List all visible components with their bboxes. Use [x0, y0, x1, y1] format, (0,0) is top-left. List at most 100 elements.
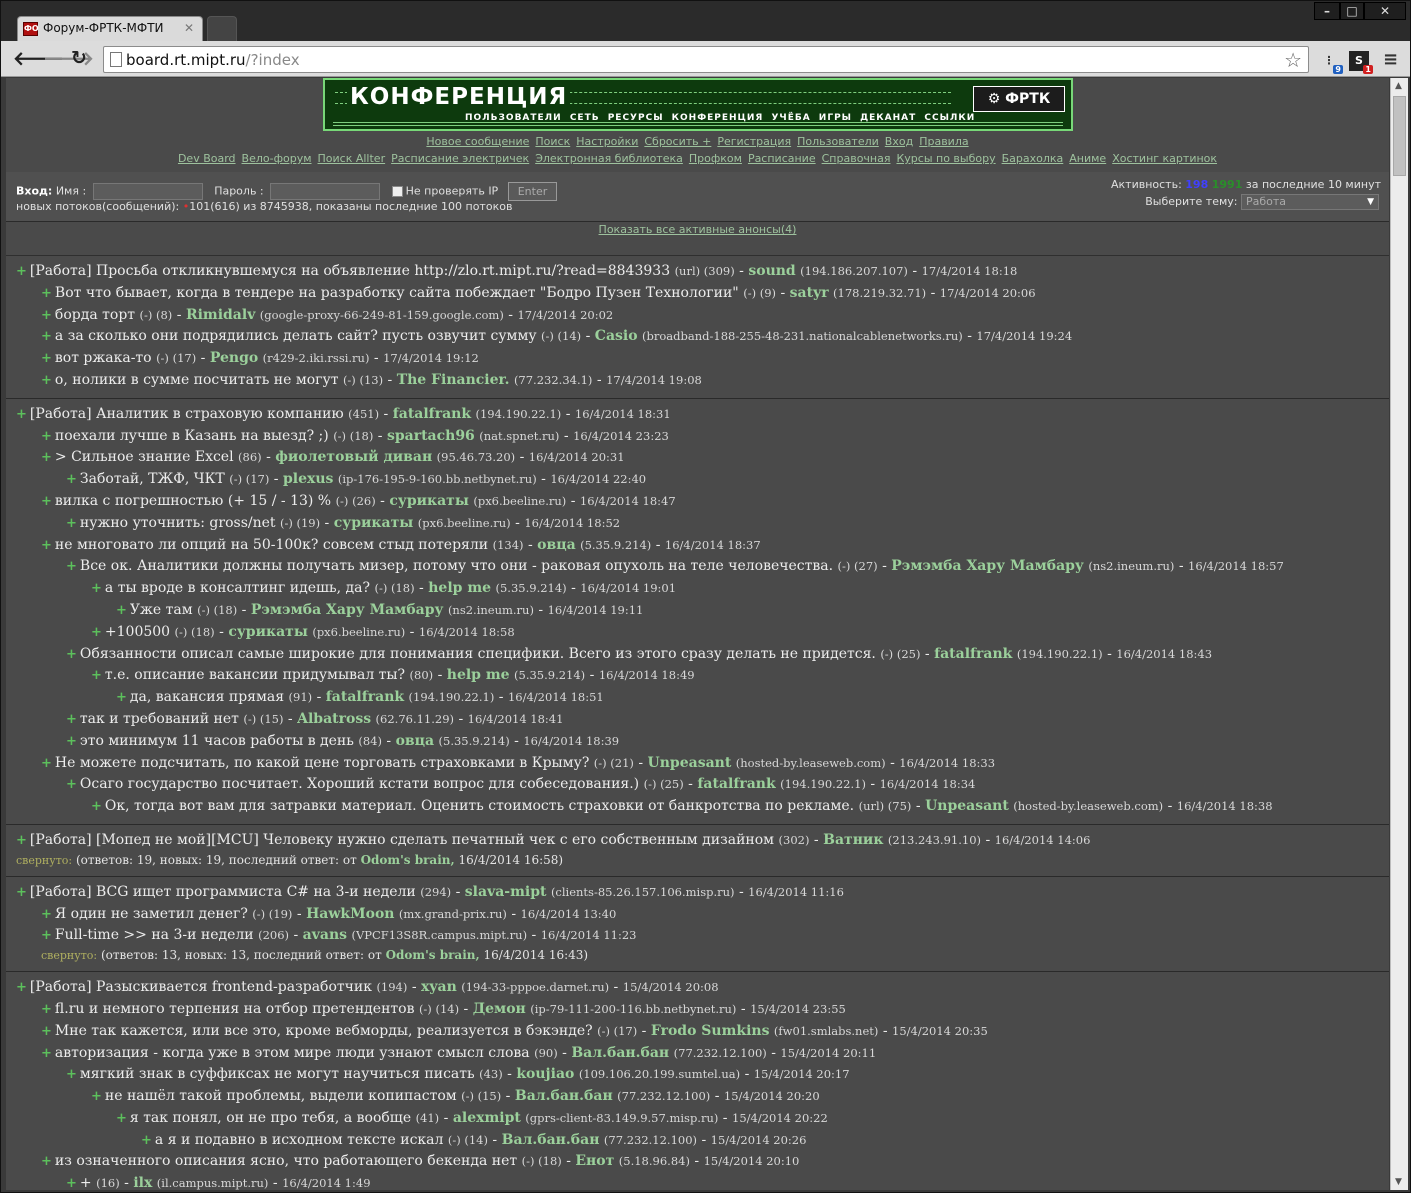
author-link[interactable]: Ватник	[823, 832, 883, 848]
expand-plus-icon[interactable]: +	[41, 329, 52, 344]
author-link[interactable]: fatalfrank	[697, 776, 775, 792]
author-link[interactable]: Рэмэмба Хару Мамбару	[251, 602, 444, 618]
post-title-link[interactable]: это минимум 11 часов работы в день	[80, 733, 354, 749]
nav-link[interactable]: Настройки	[576, 135, 638, 148]
post-title-link[interactable]: Я один не заметил денег?	[55, 906, 248, 922]
author-link[interactable]: sound	[748, 263, 795, 279]
author-link[interactable]: fatalfrank	[934, 646, 1012, 662]
author-link[interactable]: Вал.бан.бан	[502, 1132, 600, 1148]
author-link[interactable]: Casio	[595, 328, 638, 344]
author-link[interactable]: Unpeasant	[648, 755, 732, 771]
nav-link[interactable]: Пользователи	[797, 135, 879, 148]
post-title-link[interactable]: Вот что бывает, когда в тендере на разра…	[55, 285, 739, 301]
author-link[interactable]: Pengo	[210, 350, 258, 366]
nav-link[interactable]: Вело-форум	[242, 152, 312, 165]
post-title-link[interactable]: нужно уточнить: gross/net	[80, 515, 276, 531]
scrollbar-thumb[interactable]	[1393, 96, 1406, 176]
scrollbar[interactable]: ▲ ▼	[1390, 78, 1408, 1190]
nav-link[interactable]: Новое сообщение	[426, 135, 529, 148]
collapsed-label[interactable]: свернуто:	[16, 854, 72, 867]
expand-plus-icon[interactable]: +	[16, 833, 27, 848]
expand-plus-icon[interactable]: +	[41, 429, 52, 444]
post-title-link[interactable]: не многовато ли опций на 50-100к? совсем…	[55, 537, 488, 553]
expand-plus-icon[interactable]: +	[66, 516, 77, 531]
maximize-button[interactable]: □	[1340, 2, 1364, 20]
post-title-link[interactable]: Аналитик в страховую компанию	[96, 406, 344, 422]
nav-link[interactable]: Хостинг картинок	[1112, 152, 1217, 165]
author-link[interactable]: Демон	[473, 1001, 526, 1017]
post-title-link[interactable]: авторизация - когда уже в этом мире люди…	[55, 1045, 530, 1061]
expand-plus-icon[interactable]: +	[66, 472, 77, 487]
expand-plus-icon[interactable]: +	[91, 668, 102, 683]
expand-plus-icon[interactable]: +	[41, 1002, 52, 1017]
expand-plus-icon[interactable]: +	[41, 756, 52, 771]
post-title-link[interactable]: fl.ru и немного терпения на отбор претен…	[55, 1001, 415, 1017]
tab-active[interactable]: ФО Форум-ФРТК-МФТИ ✕	[17, 16, 203, 41]
tab-close-icon[interactable]: ✕	[184, 21, 194, 35]
last-author-link[interactable]: Odom's brain,	[361, 853, 455, 867]
post-title-link[interactable]: +100500	[105, 624, 170, 640]
url-text[interactable]: board.rt.mipt.ru/?index	[126, 51, 300, 69]
post-title-link[interactable]: вилка с погрешностью (+ 15 / - 13) %	[55, 493, 331, 509]
extension-s-icon[interactable]: S1	[1349, 51, 1373, 74]
enter-button[interactable]: Enter	[507, 182, 558, 201]
username-input[interactable]	[92, 183, 203, 200]
new-tab-button[interactable]	[207, 16, 237, 41]
nav-link[interactable]: Сбросить +	[644, 135, 711, 148]
post-title-link[interactable]: мягкий знак в суффиксах не могут научить…	[80, 1066, 475, 1082]
expand-plus-icon[interactable]: +	[141, 1133, 152, 1148]
nav-link[interactable]: Вход	[885, 135, 913, 148]
extension-icon[interactable]: ⋮ 9	[1319, 51, 1343, 74]
expand-plus-icon[interactable]: +	[41, 450, 52, 465]
nav-link[interactable]: Расписание	[748, 152, 816, 165]
post-title-link[interactable]: > Сильное знание Excel	[55, 449, 234, 465]
author-link[interactable]: HawkMoon	[306, 906, 394, 922]
author-link[interactable]: Unpeasant	[925, 798, 1009, 814]
author-link[interactable]: Rimidalv	[186, 307, 255, 323]
expand-plus-icon[interactable]: +	[41, 308, 52, 323]
post-title-link[interactable]: Просьба откликнувшемуся на объявление ht…	[96, 263, 670, 279]
author-link[interactable]: фиолетовый диван	[275, 449, 432, 465]
nav-link[interactable]: Барахолка	[1002, 152, 1064, 165]
forum-banner[interactable]: КОНФЕРЕНЦИЯ ПОЛЬЗОВАТЕЛИ СЕТЬ РЕСУРСЫ КО…	[323, 78, 1073, 131]
minimize-button[interactable]: –	[1314, 2, 1340, 20]
author-link[interactable]: овца	[537, 537, 575, 553]
post-title-link[interactable]: я так понял, он не про тебя, а вообще	[130, 1110, 411, 1126]
author-link[interactable]: alexmipt	[453, 1110, 521, 1126]
expand-plus-icon[interactable]: +	[66, 559, 77, 574]
close-window-button[interactable]: ✕	[1364, 2, 1406, 20]
theme-select[interactable]: Работа ▼	[1241, 194, 1379, 210]
author-link[interactable]: fatalfrank	[326, 689, 404, 705]
author-link[interactable]: сурикаты	[334, 515, 414, 531]
author-link[interactable]: Albatross	[297, 711, 371, 727]
author-link[interactable]: The Financier.	[397, 372, 510, 388]
expand-plus-icon[interactable]: +	[66, 777, 77, 792]
author-link[interactable]: koujiao	[516, 1066, 574, 1082]
expand-plus-icon[interactable]: +	[41, 1154, 52, 1169]
post-title-link[interactable]: а я и подавно в исходном тексте искал	[155, 1132, 444, 1148]
nav-link[interactable]: Dev Board	[178, 152, 236, 165]
show-announcements-link[interactable]: Показать все активные анонсы(4)	[6, 223, 1389, 236]
expand-plus-icon[interactable]: +	[91, 581, 102, 596]
author-link[interactable]: сурикаты	[389, 493, 469, 509]
expand-plus-icon[interactable]: +	[41, 373, 52, 388]
expand-plus-icon[interactable]: +	[66, 1176, 77, 1190]
post-title-link[interactable]: поехали лучше в Казань на выезд? ;)	[55, 428, 329, 444]
expand-plus-icon[interactable]: +	[41, 907, 52, 922]
expand-plus-icon[interactable]: +	[66, 734, 77, 749]
author-link[interactable]: Вал.бан.бан	[515, 1088, 613, 1104]
nav-link[interactable]: Электронная библиотека	[535, 152, 683, 165]
expand-plus-icon[interactable]: +	[41, 1024, 52, 1039]
expand-plus-icon[interactable]: +	[91, 799, 102, 814]
expand-plus-icon[interactable]: +	[91, 625, 102, 640]
nav-link[interactable]: Поиск	[535, 135, 570, 148]
expand-plus-icon[interactable]: +	[66, 647, 77, 662]
post-title-link[interactable]: Заботай, ТЖФ, ЧКТ	[80, 471, 225, 487]
post-title-link[interactable]: Мне так кажется, или все это, кроме вебм…	[55, 1023, 593, 1039]
expand-plus-icon[interactable]: +	[16, 980, 27, 995]
expand-plus-icon[interactable]: +	[41, 1046, 52, 1061]
post-title-link[interactable]: а ты вроде в консалтинг идешь, да?	[105, 580, 370, 596]
author-link[interactable]: ilx	[133, 1175, 152, 1190]
post-title-link[interactable]: +	[80, 1175, 92, 1190]
expand-plus-icon[interactable]: +	[16, 264, 27, 279]
